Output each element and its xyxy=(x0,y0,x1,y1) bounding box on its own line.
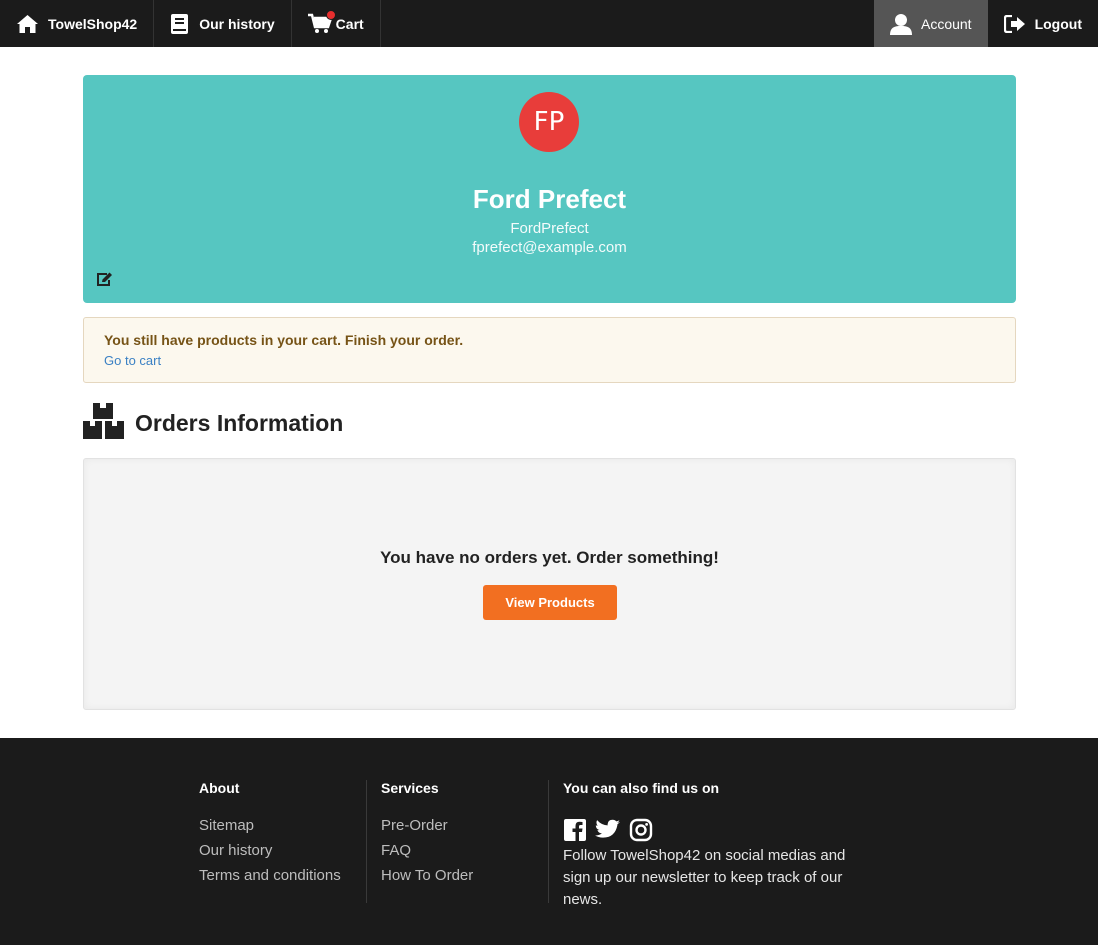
book-icon xyxy=(170,13,190,35)
footer-link-pre-order[interactable]: Pre-Order xyxy=(381,813,548,838)
instagram-icon[interactable] xyxy=(629,818,653,842)
user-icon xyxy=(889,13,912,35)
orders-header: Orders Information xyxy=(83,402,344,444)
footer: About Sitemap Our history Terms and cond… xyxy=(0,738,1098,945)
boxes-icon xyxy=(83,402,124,444)
cart-notification-dot xyxy=(325,10,336,20)
profile-card: FP Ford Prefect FordPrefect fprefect@exa… xyxy=(83,75,1016,303)
avatar: FP xyxy=(519,92,579,152)
nav-right: Account Logout xyxy=(873,0,1098,47)
footer-social-column: You can also find us on Follow TowelShop… xyxy=(563,780,863,911)
footer-social-heading: You can also find us on xyxy=(563,780,720,796)
footer-link-our-history[interactable]: Our history xyxy=(199,838,366,863)
cart-icon xyxy=(307,10,336,34)
no-orders-message: You have no orders yet. Order something! xyxy=(380,548,719,567)
footer-services-column: Services Pre-Order FAQ How To Order xyxy=(381,780,549,903)
footer-about-column: About Sitemap Our history Terms and cond… xyxy=(199,780,367,903)
nav-left: TowelShop42 Our history Cart xyxy=(0,0,381,47)
top-navbar: TowelShop42 Our history Cart Account Log… xyxy=(0,0,1098,47)
brand-label: TowelShop42 xyxy=(48,15,138,32)
facebook-icon[interactable] xyxy=(563,818,587,842)
home-icon xyxy=(16,14,39,34)
orders-panel: You have no orders yet. Order something!… xyxy=(83,458,1016,710)
footer-about-heading: About xyxy=(199,780,240,796)
go-to-cart-link[interactable]: Go to cart xyxy=(104,353,161,368)
cart-warning-message: You still have products in your cart. Fi… xyxy=(104,332,464,348)
edit-profile-icon[interactable] xyxy=(96,272,113,292)
profile-email: fprefect@example.com xyxy=(472,239,627,256)
twitter-icon[interactable] xyxy=(595,819,621,841)
nav-history-link[interactable]: Our history xyxy=(154,0,292,47)
view-products-button[interactable]: View Products xyxy=(483,585,617,620)
social-icons xyxy=(563,818,863,842)
account-label: Account xyxy=(920,15,972,32)
orders-title: Orders Information xyxy=(135,409,344,436)
nav-cart-link[interactable]: Cart xyxy=(292,0,381,47)
cart-warning-alert: You still have products in your cart. Fi… xyxy=(83,317,1016,383)
cart-label: Cart xyxy=(335,15,364,32)
sign-out-icon xyxy=(1003,14,1026,33)
history-label: Our history xyxy=(199,15,275,32)
footer-link-sitemap[interactable]: Sitemap xyxy=(199,813,366,838)
nav-home-link[interactable]: TowelShop42 xyxy=(0,0,155,47)
logout-label: Logout xyxy=(1034,15,1082,32)
footer-link-how-to-order[interactable]: How To Order xyxy=(381,863,548,888)
profile-full-name: Ford Prefect xyxy=(472,184,627,214)
footer-services-heading: Services xyxy=(381,780,439,796)
footer-link-terms[interactable]: Terms and conditions xyxy=(199,863,366,888)
profile-username: FordPrefect xyxy=(510,220,589,237)
footer-social-text: Follow TowelShop42 on social medias and … xyxy=(563,847,846,908)
nav-account-link[interactable]: Account xyxy=(873,0,988,47)
footer-link-faq[interactable]: FAQ xyxy=(381,838,548,863)
nav-logout-link[interactable]: Logout xyxy=(988,0,1098,47)
